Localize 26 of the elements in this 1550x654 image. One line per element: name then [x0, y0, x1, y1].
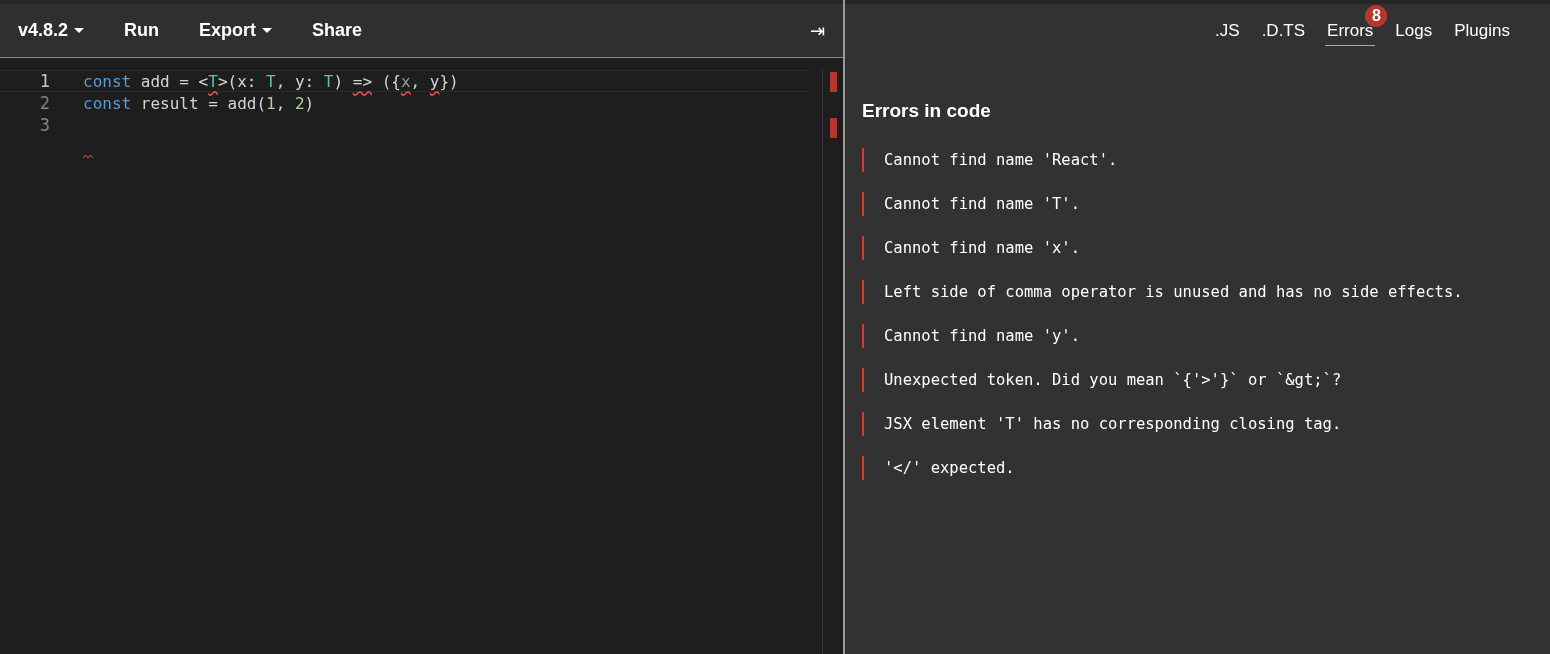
error-marker — [829, 118, 837, 138]
error-message: Cannot find name 'y'. — [862, 324, 1533, 348]
error-message: Left side of comma operator is unused and has no side effects. — [862, 280, 1533, 304]
line-number: 1 — [38, 71, 50, 91]
code-line: const add = <T>(x: T, y: T) => ({x, y}) — [83, 71, 459, 91]
tab[interactable]: Logs — [1393, 16, 1435, 46]
line-number: 3 — [38, 115, 50, 135]
tab[interactable]: Plugins — [1452, 16, 1512, 46]
tab[interactable]: .JS — [1213, 16, 1242, 46]
collapse-button[interactable]: ⇥ — [810, 19, 825, 42]
count-badge: 8 — [1365, 4, 1388, 27]
error-message: Cannot find name 'React'. — [862, 148, 1533, 172]
toolbar-button[interactable]: Export — [199, 14, 287, 47]
toolbar-button[interactable]: Run — [124, 14, 174, 47]
error-message: JSX element 'T' has no corresponding closing tag. — [862, 412, 1533, 436]
error-message: '</' expected. — [862, 456, 1533, 480]
line-number: 2 — [38, 93, 50, 113]
errors-title: Errors in code — [862, 100, 992, 122]
error-marker — [829, 72, 837, 92]
error-message: Cannot find name 'x'. — [862, 236, 1533, 260]
tab[interactable]: .D.TS — [1259, 16, 1308, 46]
toolbar-button[interactable]: v4.8.2 — [18, 14, 99, 47]
code-line: const result = add(1, 2) — [83, 93, 315, 113]
error-message: Unexpected token. Did you mean `{'>'}` or `&gt;`? — [862, 368, 1533, 392]
toolbar-button[interactable]: Share — [312, 14, 377, 47]
error-message: Cannot find name 'T'. — [862, 192, 1533, 216]
